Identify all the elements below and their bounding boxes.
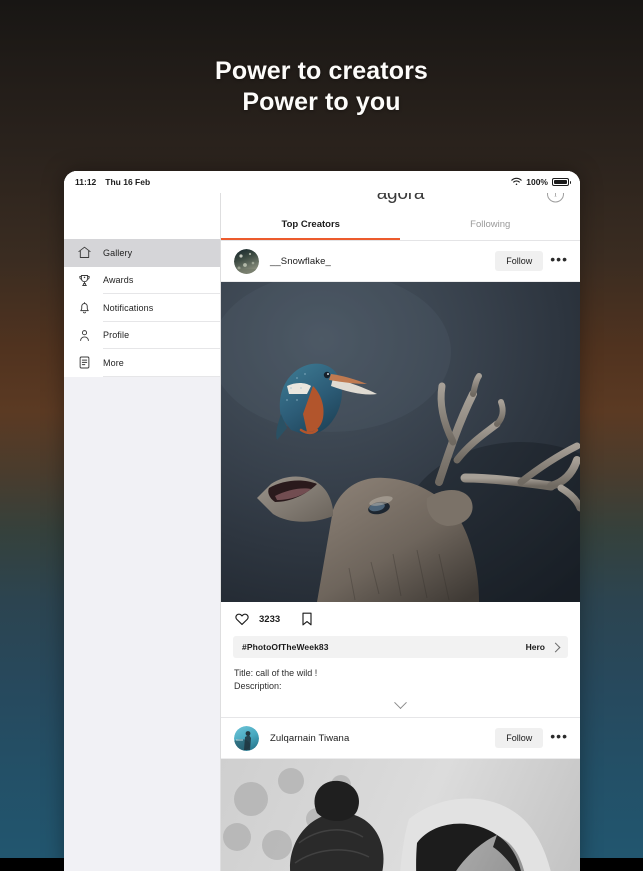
feed-scroll-area[interactable]: __Snowflake_ Follow ••• [221, 240, 580, 871]
sidebar-item-label: Gallery [103, 248, 132, 258]
tab-following[interactable]: Following [401, 217, 581, 240]
sidebar-empty-area [64, 377, 220, 871]
wifi-icon [511, 177, 522, 188]
sidebar-nav-list: Gallery Awards [64, 239, 220, 377]
post-caption-description: Description: [234, 680, 567, 693]
sidebar-item-profile[interactable]: Profile [64, 322, 220, 350]
person-icon [74, 328, 94, 343]
follow-button[interactable]: Follow [495, 728, 543, 748]
feed-post: __Snowflake_ Follow ••• [221, 241, 580, 717]
post-username[interactable]: Zulqarnain Tiwana [270, 733, 495, 744]
bell-icon [74, 300, 94, 315]
post-more-options-icon[interactable]: ••• [550, 255, 568, 268]
promo-heading-line-1: Power to creators [215, 57, 428, 85]
sidebar-item-label: More [103, 358, 124, 368]
post-like-count: 3233 [259, 614, 280, 625]
sidebar-item-label: Notifications [103, 303, 153, 313]
promo-heading-line-2: Power to you [0, 87, 643, 118]
status-date: Thu 16 Feb [105, 177, 150, 187]
chevron-right-icon [551, 642, 561, 652]
post-award-label: Hero [526, 642, 545, 652]
status-bar: 11:12 Thu 16 Feb 100% [64, 171, 580, 193]
sidebar-item-notifications[interactable]: Notifications [64, 294, 220, 322]
post-action-row: 3233 [221, 602, 580, 636]
split-view: Gallery Awards [64, 171, 580, 871]
post-photo-kingfisher-on-stag[interactable] [221, 282, 580, 602]
post-header: Zulqarnain Tiwana Follow ••• [221, 718, 580, 759]
status-time: 11:12 [75, 177, 96, 187]
post-header: __Snowflake_ Follow ••• [221, 241, 580, 282]
sidebar-item-more[interactable]: More [64, 349, 220, 377]
heart-icon[interactable] [234, 611, 250, 627]
promo-heading: Power to creators Power to you [0, 56, 643, 118]
chevron-down-icon [394, 696, 407, 709]
tab-bar: Top Creators Following [221, 217, 580, 240]
sidebar-item-gallery[interactable]: Gallery [64, 239, 220, 267]
bookmark-icon[interactable] [300, 611, 314, 627]
post-hashtag: #PhotoOfTheWeek83 [242, 642, 526, 652]
post-photo-bw-portrait[interactable] [221, 759, 580, 871]
avatar[interactable] [234, 249, 259, 274]
post-more-options-icon[interactable]: ••• [550, 732, 568, 745]
sidebar-item-awards[interactable]: Awards [64, 267, 220, 295]
trophy-icon [74, 273, 94, 288]
post-caption: Title: call of the wild ! Description: [221, 658, 580, 693]
post-username[interactable]: __Snowflake_ [270, 256, 495, 267]
post-hashtag-bar[interactable]: #PhotoOfTheWeek83 Hero [233, 636, 568, 658]
feed-post: Zulqarnain Tiwana Follow ••• [221, 718, 580, 871]
status-bar-right: 100% [511, 177, 569, 188]
post-caption-title: Title: call of the wild ! [234, 667, 567, 680]
follow-button[interactable]: Follow [495, 251, 543, 271]
sidebar-item-label: Profile [103, 330, 129, 340]
post-expand-button[interactable] [221, 693, 580, 717]
home-icon [74, 245, 94, 260]
document-icon [74, 355, 94, 370]
sidebar: Gallery Awards [64, 171, 221, 871]
content-pane: agora i Top Creators Following [221, 171, 580, 871]
tablet-device-mockup: Gallery Awards [64, 171, 580, 871]
avatar[interactable] [234, 726, 259, 751]
battery-full-icon [552, 178, 569, 186]
status-battery-percent: 100% [526, 177, 548, 187]
sidebar-item-label: Awards [103, 275, 133, 285]
status-bar-left: 11:12 Thu 16 Feb [75, 177, 150, 187]
